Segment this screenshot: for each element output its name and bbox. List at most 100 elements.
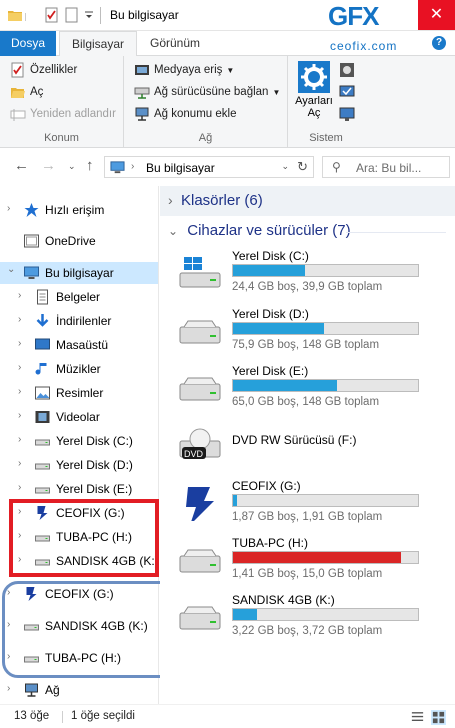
open-label: Aç — [30, 86, 44, 98]
tab-dosya[interactable]: Dosya — [0, 31, 56, 56]
nav-item[interactable]: › Hızlı erişim — [0, 199, 158, 221]
media-icon — [135, 65, 149, 75]
nav-item[interactable]: › Resimler — [0, 382, 158, 404]
window-title: Bu bilgisayar — [110, 8, 179, 22]
nav-item-label: OneDrive — [45, 234, 96, 248]
expand-chevron-icon[interactable]: › — [18, 314, 21, 325]
documents-icon — [37, 289, 48, 305]
expand-chevron-icon[interactable]: › — [18, 338, 21, 349]
nav-item[interactable]: › Yerel Disk (C:) — [0, 430, 158, 452]
close-button[interactable]: ✕ — [418, 0, 455, 30]
open-button[interactable]: Aç — [10, 84, 43, 100]
help-icon[interactable]: ? — [432, 36, 446, 50]
customize-quick-access-icon[interactable] — [84, 7, 94, 23]
open-settings-button[interactable]: Ayarları Aç — [292, 61, 336, 123]
add-network-location-button[interactable]: Ağ konumu ekle — [134, 106, 236, 122]
address-dropdown-icon[interactable]: ⌄ — [281, 161, 289, 172]
expand-chevron-icon[interactable]: › — [18, 362, 21, 373]
map-network-drive-button[interactable]: Ağ sürücüsüne bağlan ▼ — [134, 84, 280, 100]
drive-tile[interactable]: Yerel Disk (E:) 65,0 GB boş, 148 GB topla… — [160, 364, 455, 422]
details-view-icon[interactable] — [410, 710, 425, 725]
collapse-chevron-icon: ⌄ — [168, 224, 179, 238]
system-properties-icon[interactable] — [339, 84, 355, 100]
nav-item[interactable]: › Müzikler — [0, 358, 158, 380]
search-icon: ⚲ — [332, 160, 341, 174]
drive-name: Yerel Disk (C:) — [232, 249, 309, 263]
uninstall-program-icon[interactable] — [339, 62, 355, 78]
up-arrow-icon[interactable]: ↑ — [86, 157, 94, 174]
recent-locations-chevron-icon[interactable]: ⌄ — [68, 161, 76, 172]
drive-space-info: 65,0 GB boş, 148 GB toplam — [232, 396, 380, 408]
properties-button[interactable]: Özellikler — [10, 62, 77, 78]
nav-item[interactable]: › İndirilenler — [0, 310, 158, 332]
open-settings-label: Ayarları Aç — [295, 95, 333, 119]
group-label-ag: Ağ — [198, 132, 213, 144]
nav-item[interactable]: › Belgeler — [0, 286, 158, 308]
folders-group-header[interactable]: › Klasörler (6) — [160, 186, 455, 216]
drive-usage-bar — [232, 494, 419, 507]
drive-name: Yerel Disk (E:) — [232, 364, 309, 378]
search-input[interactable]: ⚲ Ara: Bu bil... — [322, 156, 450, 178]
drive-tile[interactable]: DVD DVD RW Sürücüsü (F:) — [160, 421, 455, 479]
drive-space-info: 3,22 GB boş, 3,72 GB toplam — [232, 625, 383, 637]
drive-tile[interactable]: SANDISK 4GB (K:) 3,22 GB boş, 3,72 GB top… — [160, 593, 455, 651]
nav-item[interactable]: › Yerel Disk (D:) — [0, 454, 158, 476]
drive-tile[interactable]: Yerel Disk (C:) 24,4 GB boş, 39,9 GB topl… — [160, 249, 455, 307]
refresh-icon[interactable]: ↻ — [297, 159, 308, 175]
nav-item-label: Ağ — [45, 683, 60, 697]
large-icons-view-icon[interactable] — [431, 710, 446, 725]
ribbon-tabs: Dosya Bilgisayar Görünüm ceofix.com ? — [0, 31, 455, 57]
nav-item-label: Yerel Disk (C:) — [56, 434, 133, 448]
breadcrumb-chevron-icon[interactable]: › — [131, 161, 134, 172]
rename-icon — [10, 109, 26, 121]
manage-icon[interactable] — [339, 106, 355, 122]
star-icon — [24, 203, 39, 217]
open-icon — [11, 88, 25, 98]
expand-chevron-icon[interactable]: › — [18, 434, 21, 445]
red-highlight-box — [9, 499, 159, 577]
tab-bilgisayar[interactable]: Bilgisayar — [59, 31, 138, 57]
new-folder-icon[interactable] — [64, 7, 80, 23]
nav-item[interactable]: ⌄ Bu bilgisayar — [0, 262, 158, 284]
devices-group-header[interactable]: ⌄ Cihazlar ve sürücüler (7) — [168, 222, 351, 239]
expand-chevron-icon[interactable]: › — [18, 482, 21, 493]
drive-tile[interactable]: TUBA-PC (H:) 1,41 GB boş, 15,0 GB toplam — [160, 536, 455, 594]
expand-chevron-icon[interactable]: › — [18, 458, 21, 469]
properties-icon — [11, 62, 24, 78]
breadcrumb[interactable]: Bu bilgisayar — [146, 161, 215, 175]
rename-label: Yeniden adlandır — [30, 108, 116, 120]
expand-chevron-icon[interactable]: › — [7, 683, 10, 694]
network-location-icon — [135, 107, 149, 121]
drive-tile[interactable]: Yerel Disk (D:) 75,9 GB boş, 148 GB topla… — [160, 307, 455, 365]
media-access-button[interactable]: Medyaya eriş ▼ — [134, 62, 234, 78]
rename-button[interactable]: Yeniden adlandır — [10, 106, 116, 122]
expand-chevron-icon[interactable]: › — [18, 290, 21, 301]
properties-icon[interactable] — [44, 7, 60, 23]
nav-item[interactable]: › Ağ — [0, 679, 158, 701]
drive-usage-fill — [233, 495, 237, 506]
expand-chevron-icon[interactable]: › — [18, 410, 21, 421]
expand-chevron-icon[interactable]: › — [7, 203, 10, 214]
expand-chevron-icon[interactable]: › — [18, 386, 21, 397]
drive-icon — [179, 377, 221, 401]
drive-usage-bar — [232, 322, 419, 335]
drive-tile[interactable]: CEOFIX (G:) 1,87 GB boş, 1,91 GB toplam — [160, 479, 455, 537]
tab-gorunum[interactable]: Görünüm — [138, 31, 212, 56]
address-bar[interactable]: › Bu bilgisayar ⌄ ↻ — [104, 156, 314, 178]
back-arrow-icon[interactable]: ← — [14, 157, 29, 174]
computer-icon — [110, 161, 125, 174]
drive-name: SANDISK 4GB (K:) — [232, 593, 335, 607]
computer-icon — [24, 266, 39, 279]
drive-icon — [179, 549, 221, 573]
group-label-sistem: Sistem — [309, 132, 343, 144]
nav-item[interactable]: OneDrive — [0, 230, 158, 252]
folder-icon[interactable] — [7, 7, 23, 23]
nav-item[interactable]: › Yerel Disk (E:) — [0, 478, 158, 500]
drive-usage-fill — [233, 265, 305, 276]
drive-usage-bar — [232, 264, 419, 277]
downloads-icon — [36, 314, 49, 327]
collapse-chevron-icon[interactable]: ⌄ — [7, 264, 15, 275]
forward-arrow-icon[interactable]: → — [41, 157, 56, 174]
nav-item[interactable]: › Masaüstü — [0, 334, 158, 356]
nav-item[interactable]: › Videolar — [0, 406, 158, 428]
